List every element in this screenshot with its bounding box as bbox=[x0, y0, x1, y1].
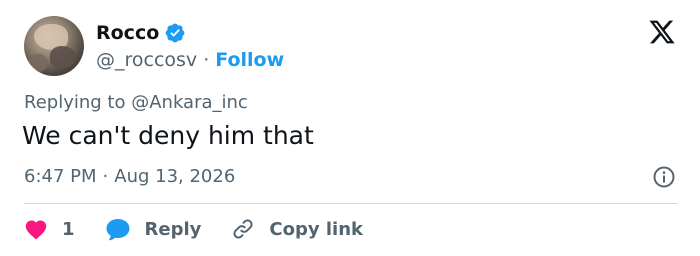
heart-icon bbox=[25, 220, 47, 240]
reply-button[interactable]: Reply bbox=[105, 217, 202, 241]
link-icon bbox=[233, 219, 253, 239]
reply-label: Reply bbox=[144, 218, 202, 240]
author-name-row: Rocco bbox=[96, 20, 186, 46]
like-button[interactable]: 1 bbox=[24, 218, 75, 240]
tweet-card: Rocco @_roccosv · Follow Replying to @An… bbox=[0, 0, 700, 256]
speech-bubble-icon bbox=[106, 219, 130, 241]
action-bar: 1 Reply Copy link bbox=[24, 214, 363, 244]
tweet-date: Aug 13, 2026 bbox=[114, 166, 236, 187]
reply-context-mention[interactable]: @Ankara_inc bbox=[131, 92, 248, 113]
reply-context-prefix: Replying to bbox=[24, 92, 126, 113]
divider bbox=[24, 203, 678, 204]
x-logo-icon[interactable] bbox=[648, 18, 676, 46]
handle-separator: · bbox=[203, 49, 210, 71]
tweet-timestamp[interactable]: 6:47 PM · Aug 13, 2026 bbox=[24, 166, 235, 187]
reply-context: Replying to @Ankara_inc bbox=[24, 92, 248, 113]
avatar[interactable] bbox=[24, 16, 84, 76]
like-count: 1 bbox=[62, 218, 75, 240]
avatar-photo-region bbox=[50, 46, 76, 68]
timestamp-separator: · bbox=[102, 166, 109, 187]
verified-badge-icon bbox=[165, 23, 185, 43]
tweet-time: 6:47 PM bbox=[24, 166, 97, 187]
copy-link-button[interactable]: Copy link bbox=[231, 217, 363, 241]
info-icon[interactable] bbox=[652, 165, 676, 189]
follow-button[interactable]: Follow bbox=[215, 49, 284, 71]
author-handle[interactable]: @_roccosv bbox=[96, 49, 197, 71]
tweet-text: We can't deny him that bbox=[22, 121, 314, 150]
copy-link-label: Copy link bbox=[269, 218, 363, 240]
avatar-photo-region bbox=[28, 54, 48, 72]
author-display-name[interactable]: Rocco bbox=[96, 22, 159, 44]
author-handle-row: @_roccosv · Follow bbox=[96, 47, 284, 73]
